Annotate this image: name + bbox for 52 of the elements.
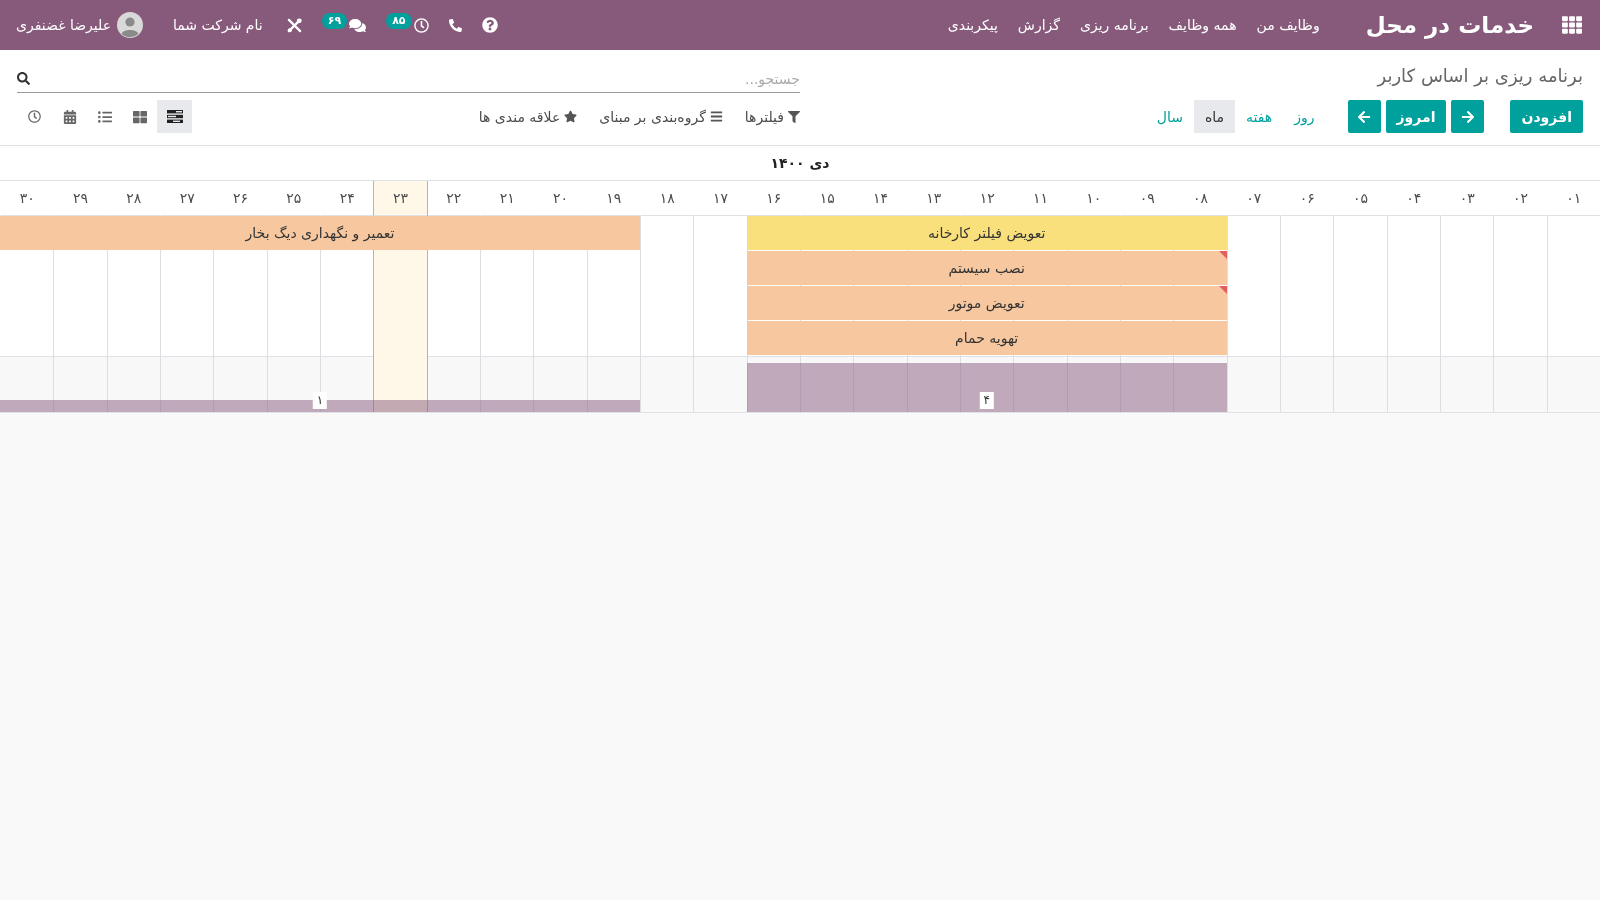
chat-bubbles-icon[interactable] [349, 16, 367, 34]
arrow-right-icon [1461, 109, 1475, 124]
app-title: خدمات در محل [1365, 12, 1534, 38]
clock-icon [28, 110, 41, 123]
scale-tab[interactable]: روز [1283, 100, 1326, 133]
list-icon [97, 109, 112, 124]
filter-icon [788, 110, 800, 123]
message-count-badge: ۶۹ [321, 13, 348, 29]
clock-icon[interactable] [413, 17, 429, 33]
activity-count-badge: ۸۵ [386, 13, 412, 29]
company-name[interactable]: نام شرکت شما [173, 17, 263, 33]
task-pill[interactable]: تعویض فیلتر کارخانه [746, 216, 1227, 250]
kanban-grid-icon [132, 109, 147, 124]
help-icon[interactable] [481, 17, 498, 33]
total-count: ۴ [979, 392, 994, 409]
search-icon[interactable] [17, 72, 30, 85]
search-field[interactable]: جستجو... [36, 65, 800, 92]
group-by-dropdown[interactable]: گروه‌بندی بر مبنای [599, 108, 723, 125]
filters-dropdown[interactable]: فیلترها [744, 108, 800, 125]
breadcrumb-title: برنامه ریزی بر اساس کاربر [1377, 64, 1583, 86]
phone-icon[interactable] [448, 18, 462, 32]
day-header: ۲۳ [373, 181, 427, 216]
task-pill[interactable]: تعویض موتور [746, 286, 1227, 320]
crossed-tools-icon[interactable] [286, 17, 302, 33]
task-pill[interactable]: تعمیر و نگهداری دیگ بخار [0, 216, 640, 250]
today-button[interactable]: امروز [1385, 100, 1447, 133]
warning-corner-icon [1218, 251, 1227, 259]
gantt-view-button[interactable] [157, 100, 192, 133]
calendar-icon [62, 109, 77, 124]
bars-icon [709, 110, 723, 123]
gantt-bars-icon [166, 110, 183, 123]
task-pill[interactable]: نصب سیستم [746, 251, 1227, 285]
apps-grid-icon[interactable] [1562, 15, 1582, 35]
task-pill[interactable]: تهویه حمام [746, 321, 1227, 355]
scale-tab[interactable]: هفته [1235, 100, 1284, 133]
menu-item[interactable]: گزارش [1007, 17, 1070, 33]
avatar-silhouette-icon[interactable] [117, 12, 143, 38]
scale-tab[interactable]: سال [1145, 100, 1194, 133]
menu-item[interactable]: برنامه ریزی [1070, 17, 1159, 33]
star-icon [564, 110, 578, 123]
arrow-left-icon [1357, 109, 1372, 124]
user-name[interactable]: علیرضا غضنفری [16, 17, 111, 33]
total-count: ۱ [312, 392, 328, 409]
next-button[interactable] [1347, 100, 1381, 133]
scale-tab[interactable]: ماه [1193, 100, 1236, 133]
warning-corner-icon [1218, 286, 1227, 294]
menu-item[interactable]: وظایف من [1246, 17, 1330, 33]
menu-item[interactable]: پیکربندی [937, 17, 1008, 33]
previous-button[interactable] [1451, 100, 1485, 133]
favorites-dropdown[interactable]: علاقه مندی ها [478, 108, 578, 125]
create-button[interactable]: افزودن [1510, 100, 1583, 133]
menu-item[interactable]: همه وظایف [1158, 17, 1247, 33]
